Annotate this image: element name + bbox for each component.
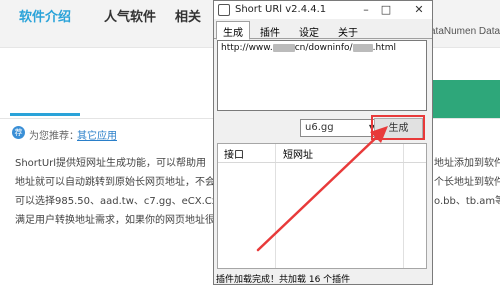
recommend-label: 为您推荐：: [29, 131, 79, 142]
app-icon: [218, 4, 230, 16]
window-title: Short URl v2.4.4.1: [235, 4, 327, 15]
tab-plugins[interactable]: 插件: [254, 22, 286, 39]
maximize-button[interactable]: □: [377, 2, 395, 18]
url-suffix: .html: [372, 43, 396, 53]
status-bar: 插件加载完成！共加载 16 个插件: [216, 275, 351, 285]
long-url-input[interactable]: http://www. cn/downinfo/ .html: [217, 40, 427, 111]
tab-settings[interactable]: 设定: [293, 22, 325, 39]
recommend-link[interactable]: 其它应用: [77, 127, 117, 142]
paragraph-line: ShortUrl提供短网址生成功能，可以帮助用: [15, 158, 207, 169]
tab-related[interactable]: 相关: [175, 6, 201, 25]
tab-software-intro[interactable]: 软件介绍: [19, 6, 71, 25]
tab-bar: 生成 插件 设定 关于: [214, 19, 432, 40]
paragraph-fragment: 地址添加到软件: [434, 158, 500, 169]
paragraph-fragment: 个长地址到软件: [434, 177, 500, 188]
results-table: 接口 短网址: [217, 143, 427, 269]
tab-about[interactable]: 关于: [332, 22, 364, 39]
header-line: [218, 162, 426, 163]
tab-generate[interactable]: 生成: [216, 21, 250, 40]
column-header-api: 接口: [224, 150, 244, 161]
close-button[interactable]: ✕: [410, 2, 428, 18]
tab-popular-software[interactable]: 人气软件: [104, 6, 156, 25]
redacted-id: [352, 43, 373, 52]
short-url-window: Short URl v2.4.4.1 – □ ✕ 生成 插件 设定 关于 htt…: [213, 0, 433, 285]
paragraph-line: 可以选择985.50、aad.tw、c7.gg、eCX.Cx、e: [15, 196, 234, 207]
minimize-button[interactable]: –: [357, 2, 375, 18]
title-bar[interactable]: Short URl v2.4.4.1 – □ ✕: [214, 1, 432, 19]
active-tab-underline: [10, 113, 80, 116]
url-middle: cn/downinfo/: [294, 43, 353, 53]
paragraph-line: 地址就可以自动跳转到原始长网页地址，不会: [15, 177, 215, 188]
redacted-domain: [272, 43, 295, 52]
paragraph-line: 满足用户转换地址需求，如果你的网页地址很长: [15, 215, 225, 226]
service-select-value: u6.gg: [305, 122, 334, 133]
highlight-box: [371, 115, 425, 140]
service-select[interactable]: u6.gg ▼: [300, 119, 379, 137]
url-prefix: http://www.: [221, 43, 273, 53]
recommend-icon: 荐: [12, 126, 25, 139]
paragraph-fragment: o.bb、tb.am等多: [434, 196, 500, 207]
column-header-short-url: 短网址: [283, 150, 313, 161]
header-product-text: ataNumen Databa: [430, 26, 500, 37]
